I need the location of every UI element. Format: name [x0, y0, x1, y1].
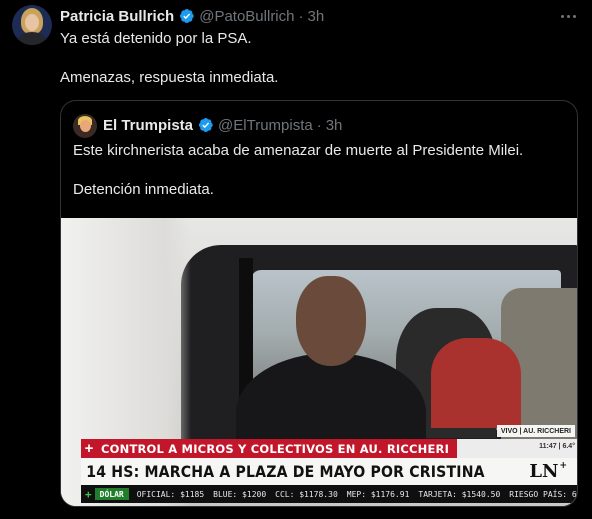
tweet-header: Patricia Bullrich @PatoBullrich · 3h: [60, 6, 324, 26]
quoted-tweet[interactable]: El Trumpista @ElTrumpista · 3h Este kirc…: [60, 100, 578, 507]
more-dot: [560, 14, 564, 18]
quoted-author-handle[interactable]: @ElTrumpista: [218, 117, 313, 134]
tweet-text-line-2: Amenazas, respuesta inmediata.: [60, 69, 279, 86]
passenger-red-jacket: [431, 338, 521, 428]
chyron-clock: 11:47 | 6.4°: [539, 443, 575, 450]
quoted-avatar-face: [80, 120, 91, 132]
author-name[interactable]: Patricia Bullrich: [60, 8, 174, 25]
chyron-plus-icon: +: [81, 439, 97, 458]
ticker-item: TARJETA: $1540.50: [418, 489, 501, 499]
ticker-plus-icon: +: [85, 487, 92, 501]
author-handle[interactable]: @PatoBullrich: [199, 8, 294, 25]
separator-dot: ·: [316, 116, 322, 134]
more-dot: [572, 14, 576, 18]
quoted-text-line-2: Detención inmediata.: [73, 181, 214, 198]
chyron-top-row: VIVO | AU. RICCHERI + CONTROL A MICROS Y…: [81, 425, 577, 458]
man-head: [296, 276, 366, 366]
quoted-avatar[interactable]: [73, 114, 97, 138]
verified-badge-icon: [180, 9, 194, 23]
more-dot: [566, 14, 570, 18]
tweet[interactable]: Patricia Bullrich @PatoBullrich · 3h Ya …: [0, 0, 592, 519]
ln-logo-plus: +: [559, 461, 567, 471]
ticker-item: BLUE: $1200: [213, 489, 267, 499]
tweet-text-line-1: Ya está detenido por la PSA.: [60, 30, 252, 47]
more-options-icon[interactable]: [556, 6, 580, 26]
separator-dot: ·: [298, 7, 304, 25]
ticker-label: DÓLAR: [94, 488, 129, 500]
embedded-video[interactable]: VIVO | AU. RICCHERI + CONTROL A MICROS Y…: [61, 218, 577, 506]
ln-logo-text: LN: [529, 461, 559, 482]
quoted-text-line-1: Este kirchnerista acaba de amenazar de m…: [73, 142, 524, 159]
ticker-item: RIESGO PAÍS: 688: [509, 489, 577, 499]
quoted-author-name[interactable]: El Trumpista: [103, 117, 193, 134]
avatar-body: [17, 32, 47, 45]
verified-badge-icon: [198, 118, 213, 132]
chyron-top-text: CONTROL A MICROS Y COLECTIVOS EN AU. RIC…: [97, 439, 458, 458]
quoted-tweet-header: El Trumpista @ElTrumpista · 3h: [103, 115, 342, 135]
ticker-item: MEP: $1176.91: [346, 489, 410, 499]
quoted-post-time[interactable]: 3h: [326, 117, 343, 134]
post-time[interactable]: 3h: [308, 8, 325, 25]
avatar[interactable]: [12, 5, 52, 45]
ticker-item: CCL: $1178.30: [275, 489, 338, 499]
ln-logo: LN+: [529, 461, 567, 482]
chyron-headline: 14 HS: MARCHA A PLAZA DE MAYO POR CRISTI…: [86, 462, 485, 481]
live-location-tag: VIVO | AU. RICCHERI: [496, 425, 575, 437]
news-chyron: VIVO | AU. RICCHERI + CONTROL A MICROS Y…: [61, 425, 577, 506]
ticker-bar: + DÓLAR OFICIAL: $1185 BLUE: $1200 CCL: …: [81, 485, 577, 503]
avatar-face: [25, 14, 39, 31]
ticker-item: OFICIAL: $1185: [136, 489, 205, 499]
chyron-main-row: 14 HS: MARCHA A PLAZA DE MAYO POR CRISTI…: [81, 458, 577, 485]
